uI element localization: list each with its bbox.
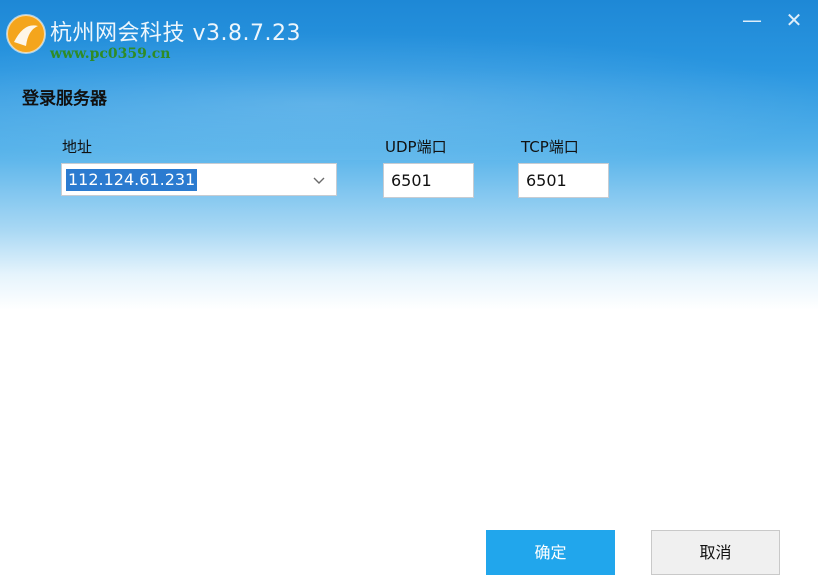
watermark-text: www.pc0359.cn bbox=[50, 46, 171, 62]
tcp-port-label: TCP端口 bbox=[521, 138, 579, 156]
udp-port-label: UDP端口 bbox=[385, 138, 447, 156]
cancel-button[interactable]: 取消 bbox=[651, 530, 780, 575]
chevron-down-icon[interactable] bbox=[312, 173, 326, 187]
address-combobox[interactable]: 112.124.61.231 bbox=[61, 163, 337, 196]
tcp-port-input[interactable]: 6501 bbox=[518, 163, 609, 198]
ok-button[interactable]: 确定 bbox=[486, 530, 615, 575]
app-logo-icon bbox=[4, 12, 48, 56]
udp-port-input[interactable]: 6501 bbox=[383, 163, 474, 198]
title-bar[interactable]: 杭州网会科技 v3.8.7.23 www.pc0359.cn — ✕ bbox=[0, 0, 818, 70]
address-value[interactable]: 112.124.61.231 bbox=[66, 169, 198, 191]
login-server-window: 杭州网会科技 v3.8.7.23 www.pc0359.cn — ✕ 登录服务器… bbox=[0, 0, 818, 583]
section-title: 登录服务器 bbox=[22, 89, 107, 109]
window-title: 杭州网会科技 v3.8.7.23 bbox=[50, 21, 301, 46]
close-icon[interactable]: ✕ bbox=[782, 8, 806, 32]
minimize-icon[interactable]: — bbox=[740, 8, 764, 32]
address-label: 地址 bbox=[62, 138, 93, 156]
